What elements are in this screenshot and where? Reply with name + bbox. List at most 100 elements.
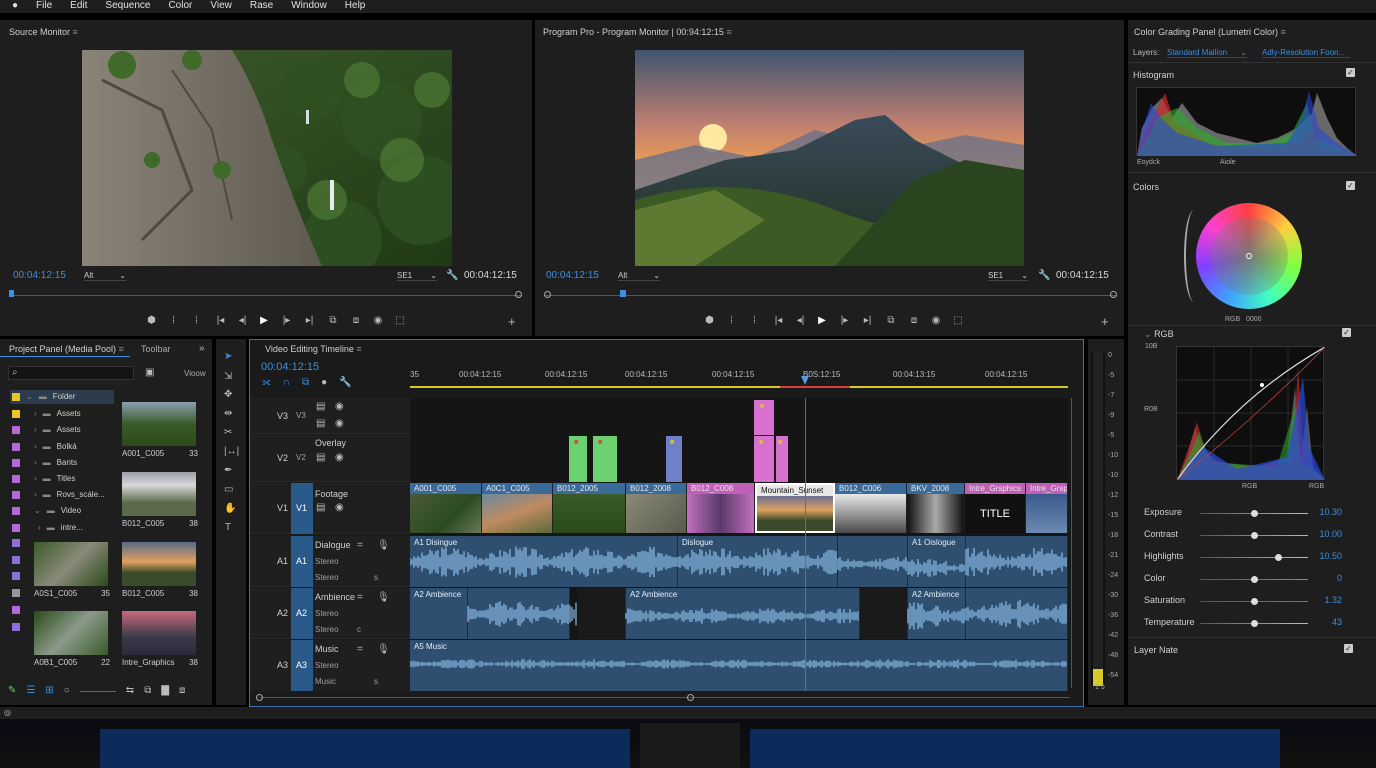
expand-chevron-icon[interactable]: ›: [34, 458, 37, 467]
microphone-icon[interactable]: 🎙: [377, 592, 390, 604]
folder-item[interactable]: › ▬ intre...: [12, 523, 83, 532]
source-video[interactable]: [82, 50, 452, 266]
new-bin-icon[interactable]: ▣: [145, 367, 154, 379]
pen-tool-icon[interactable]: ✒: [224, 465, 232, 477]
v1-clip-mountain-sunset[interactable]: Mountain_Sunset: [755, 483, 835, 533]
folder-item[interactable]: [12, 589, 20, 597]
folder-item[interactable]: ⌄ ▬ Video: [12, 506, 81, 515]
vertical-scrollbar[interactable]: [1071, 398, 1072, 688]
program-scrubber[interactable]: [544, 290, 1117, 300]
new-item-icon[interactable]: ⧈: [179, 685, 185, 697]
media-bin-item[interactable]: A0B1_C005 22: [34, 611, 110, 667]
pen-icon[interactable]: ✎: [8, 685, 16, 697]
v1-clip-b012-c008[interactable]: B012_C008: [687, 483, 755, 533]
v2-clip-2[interactable]: ■: [593, 436, 617, 482]
v3-clip[interactable]: ■: [754, 400, 774, 435]
layer-note-header[interactable]: Layer Nate: [1134, 645, 1178, 655]
source-playhead[interactable]: [9, 290, 14, 297]
layers-dropdown[interactable]: Standard Mailion ⌄: [1167, 48, 1247, 58]
toggle-sync-icon[interactable]: ▤: [316, 401, 325, 413]
apple-icon[interactable]: ●: [12, 0, 18, 11]
resolution-dropdown[interactable]: Adly-Resolution Foon...: [1262, 48, 1350, 58]
slider-value[interactable]: 10.30: [1312, 507, 1342, 517]
step-back-icon[interactable]: ◂|: [232, 315, 253, 327]
menu-window[interactable]: Window: [291, 0, 327, 11]
program-resolution-dropdown[interactable]: SE1 ⌄: [988, 271, 1028, 281]
overwrite-icon[interactable]: ⧈: [345, 315, 367, 327]
slider-value[interactable]: 0: [1312, 573, 1342, 583]
program-wrench-icon[interactable]: 🔧: [1038, 270, 1050, 282]
menu-help[interactable]: Help: [345, 0, 366, 11]
slider-value[interactable]: 1.32: [1312, 595, 1342, 605]
solo-icon[interactable]: =: [357, 540, 363, 552]
expand-chevron-icon[interactable]: ›: [38, 523, 41, 532]
folder-item[interactable]: [12, 556, 20, 564]
marker-icon[interactable]: ⬢: [140, 315, 163, 327]
v1-clip-b012-2008[interactable]: B012_2008: [626, 483, 687, 533]
solo-icon[interactable]: =: [357, 592, 363, 604]
media-bin-item[interactable]: B012_C005 38: [122, 472, 198, 528]
slider-knob[interactable]: [1251, 510, 1258, 517]
track-a1[interactable]: A1 A1 Dialogue = 🎙 Stereo Stereo s: [250, 536, 410, 587]
sort-icon[interactable]: ⇆: [126, 685, 134, 697]
rolling-edit-icon[interactable]: ⇹: [224, 408, 232, 420]
slider-knob[interactable]: [1251, 576, 1258, 583]
slider-knob[interactable]: [1251, 532, 1258, 539]
track-v2[interactable]: Overlay V2 V2 ▤ ◉: [250, 435, 410, 482]
playhead-line[interactable]: [805, 398, 806, 691]
ripple-edit-icon[interactable]: ✥: [224, 389, 232, 401]
expand-chevron-icon[interactable]: ›: [34, 490, 37, 499]
project-panel-tab[interactable]: Project Panel (Media Pool) ≡: [9, 344, 124, 354]
v2-clip-3[interactable]: ■: [666, 436, 682, 482]
layer-note-checkbox[interactable]: ✓: [1344, 644, 1353, 653]
rectangle-tool-icon[interactable]: ▭: [224, 484, 233, 496]
microphone-icon[interactable]: 🎙: [377, 540, 390, 552]
track-select-icon[interactable]: ⇲: [224, 371, 232, 383]
track-a3[interactable]: A3 A3 Music = 🎙 Stereo Music s: [250, 640, 410, 691]
toggle-sync-icon[interactable]: ▤: [316, 502, 325, 514]
insert-icon[interactable]: ⧉: [879, 315, 903, 327]
folder-item[interactable]: › ▬ Assets: [12, 425, 81, 434]
slip-icon[interactable]: |↔|: [224, 446, 239, 458]
hand-tool-icon[interactable]: ✋: [224, 503, 236, 515]
track-v3[interactable]: V3 V3 ▤ ◉ ▤ ◉: [250, 398, 410, 434]
scroll-thumb[interactable]: [687, 694, 694, 701]
v2-clip-1[interactable]: ■: [569, 436, 587, 482]
go-to-out-icon[interactable]: ▸|: [856, 315, 879, 327]
colors-checkbox[interactable]: ✓: [1346, 181, 1355, 190]
v1-clip-intre-grsp[interactable]: Intre_Grsp: [1026, 483, 1068, 533]
mark-out-icon[interactable]: ⦙: [742, 315, 767, 327]
adjustment-slider[interactable]: [1200, 510, 1308, 517]
play-icon[interactable]: ▶: [253, 315, 275, 327]
v1-clip-a0c1[interactable]: A0C1_C005: [482, 483, 553, 533]
folder-item[interactable]: ⌄ ▬ Folder: [12, 392, 75, 401]
selection-tool-icon[interactable]: ➤: [224, 351, 232, 363]
export-frame-icon[interactable]: ◉: [925, 315, 947, 327]
slider-knob[interactable]: [1274, 554, 1282, 561]
razor-icon[interactable]: ✂: [224, 427, 232, 439]
new-folder-icon[interactable]: ▇: [161, 685, 169, 697]
toggle-sync-icon[interactable]: ▤: [316, 418, 325, 430]
slider-knob[interactable]: [1251, 620, 1258, 627]
adjustment-slider[interactable]: [1200, 532, 1308, 539]
go-to-out-icon[interactable]: ▸|: [298, 315, 321, 327]
view-toggle[interactable]: Vioow: [184, 369, 206, 378]
media-bin-item[interactable]: A001_C005 33: [122, 402, 198, 458]
expand-chevron-icon[interactable]: ›: [34, 442, 37, 451]
settings-wrench-icon[interactable]: 🔧: [339, 377, 351, 388]
eye-icon[interactable]: ◉: [335, 452, 344, 464]
v1-clip-b012-c006[interactable]: B012_C006: [835, 483, 907, 533]
mark-in-icon[interactable]: ⦙: [163, 315, 184, 327]
program-add-button-icon[interactable]: +: [1101, 315, 1109, 328]
menu-color[interactable]: Color: [168, 0, 192, 11]
folder-item[interactable]: › ▬ Rovs_scále...: [12, 490, 105, 499]
eye-icon[interactable]: ◉: [335, 418, 344, 430]
icon-view-icon[interactable]: ⊞: [45, 685, 53, 697]
v1-clip-a001[interactable]: A001_C005: [410, 483, 482, 533]
zoom-circle-icon[interactable]: ○: [64, 685, 70, 697]
source-resolution-dropdown[interactable]: SE1 ⌄: [397, 271, 437, 281]
type-tool-icon[interactable]: T: [225, 522, 231, 534]
compare-icon[interactable]: ⬚: [389, 315, 411, 327]
eye-icon[interactable]: ◉: [335, 401, 344, 413]
marker-icon[interactable]: ⬢: [698, 315, 721, 327]
